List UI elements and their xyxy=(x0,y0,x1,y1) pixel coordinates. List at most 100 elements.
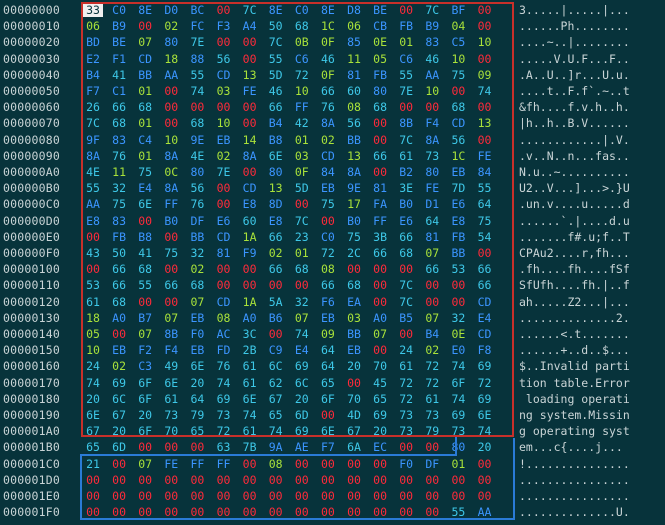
hex-byte[interactable]: 00 xyxy=(161,489,181,503)
hex-byte[interactable]: 24 xyxy=(83,359,103,373)
hex-byte[interactable]: 05 xyxy=(83,327,103,341)
hex-byte[interactable]: 0C xyxy=(161,165,181,179)
hex-byte[interactable]: 74 xyxy=(448,359,468,373)
hex-byte[interactable]: 7C xyxy=(396,295,416,309)
hex-byte[interactable]: 74 xyxy=(187,84,207,98)
hex-byte[interactable]: 00 xyxy=(214,473,234,487)
hex-byte[interactable]: 6F xyxy=(318,392,338,406)
hex-byte[interactable]: 17 xyxy=(344,197,364,211)
hex-byte[interactable]: 00 xyxy=(83,262,103,276)
hex-byte[interactable]: 32 xyxy=(292,295,312,309)
hex-byte[interactable]: 61 xyxy=(396,149,416,163)
hex-byte[interactable]: 6F xyxy=(448,376,468,390)
hex-byte[interactable]: 72 xyxy=(475,376,495,390)
hex-byte[interactable]: 76 xyxy=(109,149,129,163)
hex-byte[interactable]: 80 xyxy=(370,84,390,98)
hex-byte[interactable]: 83 xyxy=(109,133,129,147)
hex-byte[interactable]: 01 xyxy=(292,246,312,260)
hex-byte[interactable]: 20 xyxy=(370,424,390,438)
hex-byte[interactable]: 73 xyxy=(422,149,442,163)
hex-byte[interactable]: 80 xyxy=(161,35,181,49)
hex-byte[interactable]: F8 xyxy=(475,343,495,357)
hex-byte[interactable]: 79 xyxy=(422,424,442,438)
hex-byte[interactable]: DF xyxy=(422,457,442,471)
hex-byte[interactable]: CD xyxy=(240,181,260,195)
hex-byte[interactable]: 81 xyxy=(344,68,364,82)
hex-byte[interactable]: 46 xyxy=(422,52,442,66)
hex-byte[interactable]: 02 xyxy=(187,262,207,276)
hex-byte[interactable]: 00 xyxy=(370,116,390,130)
hex-byte[interactable]: E6 xyxy=(214,214,234,228)
hex-byte[interactable]: 68 xyxy=(292,19,312,33)
hex-byte[interactable]: 07 xyxy=(161,311,181,325)
hex-byte[interactable]: 56 xyxy=(187,181,207,195)
hex-byte[interactable]: 00 xyxy=(370,457,390,471)
hex-byte[interactable]: 64 xyxy=(318,343,338,357)
hex-byte[interactable]: 24 xyxy=(396,343,416,357)
hex-byte[interactable]: 55 xyxy=(266,52,286,66)
ascii-column[interactable]: .fh....fh....fSf xyxy=(519,262,630,276)
hex-byte[interactable]: 00 xyxy=(135,489,155,503)
hex-byte[interactable]: 00 xyxy=(475,457,495,471)
hex-byte[interactable]: 00 xyxy=(475,489,495,503)
hex-byte[interactable]: BB xyxy=(135,68,155,82)
hex-byte[interactable]: 00 xyxy=(344,457,364,471)
hex-byte[interactable]: 18 xyxy=(83,311,103,325)
hex-byte[interactable]: 64 xyxy=(475,197,495,211)
hex-byte[interactable]: 60 xyxy=(240,214,260,228)
ascii-column[interactable]: ng system.Missin xyxy=(519,408,630,422)
hex-byte[interactable]: 4D xyxy=(344,408,364,422)
hex-byte[interactable]: 00 xyxy=(83,505,103,519)
hex-byte[interactable]: 8A xyxy=(161,149,181,163)
hex-byte[interactable]: 07 xyxy=(370,327,390,341)
hex-byte[interactable]: 00 xyxy=(448,84,468,98)
hex-byte[interactable]: 00 xyxy=(370,295,390,309)
hex-byte[interactable]: 14 xyxy=(240,133,260,147)
hex-byte[interactable]: 00 xyxy=(370,262,390,276)
hex-byte[interactable]: 65 xyxy=(318,376,338,390)
hex-byte[interactable]: 0F xyxy=(318,68,338,82)
hex-byte[interactable]: FF xyxy=(292,100,312,114)
hex-byte[interactable]: CD xyxy=(214,295,234,309)
ascii-column[interactable]: ................ xyxy=(519,489,630,503)
hex-byte[interactable]: B0 xyxy=(161,214,181,228)
hex-byte[interactable]: 80 xyxy=(422,165,442,179)
ascii-column[interactable]: g operating syst xyxy=(519,424,630,438)
hex-byte[interactable]: CD xyxy=(475,327,495,341)
hex-byte[interactable]: 07 xyxy=(135,457,155,471)
hex-byte[interactable]: FC xyxy=(187,19,207,33)
hex-byte[interactable]: 81 xyxy=(370,181,390,195)
hex-byte[interactable]: 00 xyxy=(135,19,155,33)
hex-byte[interactable]: 8B xyxy=(396,116,416,130)
hex-byte[interactable]: 0B xyxy=(292,35,312,49)
hex-byte[interactable]: 61 xyxy=(240,424,260,438)
hex-byte[interactable]: F3 xyxy=(214,19,234,33)
hex-byte[interactable]: 6E xyxy=(161,376,181,390)
hex-byte[interactable]: 8A xyxy=(422,133,442,147)
hex-byte[interactable]: 7C xyxy=(292,214,312,228)
hex-byte[interactable]: EA xyxy=(344,295,364,309)
hex-byte[interactable]: 50 xyxy=(266,19,286,33)
hex-byte[interactable]: 13 xyxy=(475,116,495,130)
hex-byte[interactable]: 68 xyxy=(370,100,390,114)
hex-byte[interactable]: 00 xyxy=(214,181,234,195)
hex-byte[interactable]: 00 xyxy=(109,327,129,341)
hex-byte[interactable]: 8A xyxy=(318,116,338,130)
hex-byte[interactable]: 00 xyxy=(396,489,416,503)
hex-byte[interactable]: 61 xyxy=(161,392,181,406)
hex-byte[interactable]: 10 xyxy=(292,84,312,98)
hex-byte[interactable]: CB xyxy=(370,19,390,33)
hex-byte[interactable]: FF xyxy=(161,197,181,211)
hex-byte[interactable]: 00 xyxy=(240,262,260,276)
hex-byte[interactable]: 81 xyxy=(422,230,442,244)
hex-byte[interactable]: 20 xyxy=(344,359,364,373)
hex-byte[interactable]: F0 xyxy=(396,457,416,471)
hex-byte[interactable]: 00 xyxy=(266,473,286,487)
hex-byte[interactable]: 00 xyxy=(135,505,155,519)
hex-byte[interactable]: 00 xyxy=(161,116,181,130)
hex-byte[interactable]: 20 xyxy=(475,440,495,454)
hex-byte[interactable]: 41 xyxy=(109,68,129,82)
ascii-column[interactable]: |h..h..B.V...... xyxy=(519,116,630,130)
hex-byte[interactable]: 02 xyxy=(161,19,181,33)
hex-byte[interactable]: 6F xyxy=(135,424,155,438)
